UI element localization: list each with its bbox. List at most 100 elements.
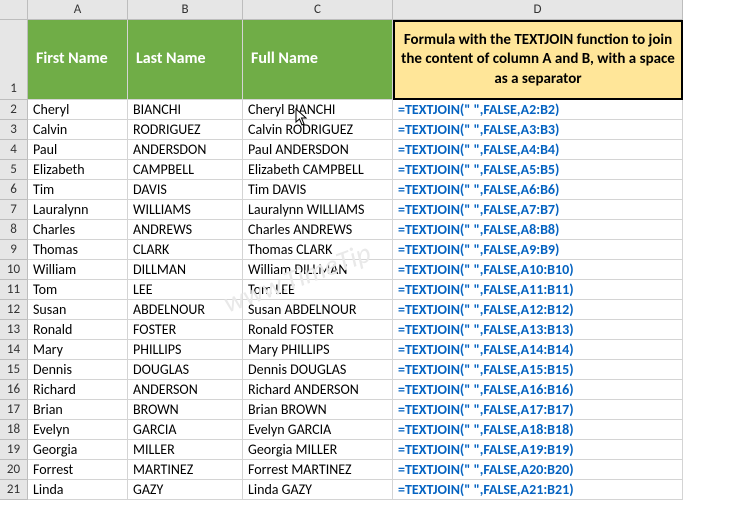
cell-b15[interactable]: DOUGLAS xyxy=(128,360,243,380)
cell-c12[interactable]: Susan ABDELNOUR xyxy=(243,300,393,320)
cell-d12[interactable]: =TEXTJOIN(" ",FALSE,A12:B12) xyxy=(393,300,683,320)
col-header-d[interactable]: D xyxy=(393,0,683,20)
row-header-1[interactable]: 1 xyxy=(0,20,28,100)
col-header-a[interactable]: A xyxy=(28,0,128,20)
row-header-16[interactable]: 16 xyxy=(0,380,28,400)
cell-a11[interactable]: Tom xyxy=(28,280,128,300)
cell-b2[interactable]: BIANCHI xyxy=(128,100,243,120)
cell-d19[interactable]: =TEXTJOIN(" ",FALSE,A19:B19) xyxy=(393,440,683,460)
cell-c4[interactable]: Paul ANDERSDON xyxy=(243,140,393,160)
row-header-10[interactable]: 10 xyxy=(0,260,28,280)
header-full-name[interactable]: Full Name xyxy=(243,20,393,100)
cell-c13[interactable]: Ronald FOSTER xyxy=(243,320,393,340)
cell-a17[interactable]: Brian xyxy=(28,400,128,420)
header-first-name[interactable]: First Name xyxy=(28,20,128,100)
cell-a21[interactable]: Linda xyxy=(28,480,128,500)
cell-d14[interactable]: =TEXTJOIN(" ",FALSE,A14:B14) xyxy=(393,340,683,360)
cell-b7[interactable]: WILLIAMS xyxy=(128,200,243,220)
cell-a12[interactable]: Susan xyxy=(28,300,128,320)
cell-c2[interactable]: Cheryl BIANCHI xyxy=(243,100,393,120)
cell-b10[interactable]: DILLMAN xyxy=(128,260,243,280)
cell-b3[interactable]: RODRIGUEZ xyxy=(128,120,243,140)
cell-b19[interactable]: MILLER xyxy=(128,440,243,460)
row-header-3[interactable]: 3 xyxy=(0,120,28,140)
cell-d4[interactable]: =TEXTJOIN(" ",FALSE,A4:B4) xyxy=(393,140,683,160)
cell-c15[interactable]: Dennis DOUGLAS xyxy=(243,360,393,380)
cell-d16[interactable]: =TEXTJOIN(" ",FALSE,A16:B16) xyxy=(393,380,683,400)
cell-c19[interactable]: Georgia MILLER xyxy=(243,440,393,460)
cell-c21[interactable]: Linda GAZY xyxy=(243,480,393,500)
cell-d18[interactable]: =TEXTJOIN(" ",FALSE,A18:B18) xyxy=(393,420,683,440)
cell-a6[interactable]: Tim xyxy=(28,180,128,200)
cell-a20[interactable]: Forrest xyxy=(28,460,128,480)
spreadsheet-grid[interactable]: A B C D 1 First Name Last Name Full Name… xyxy=(0,0,741,500)
col-header-c[interactable]: C xyxy=(243,0,393,20)
header-last-name[interactable]: Last Name xyxy=(128,20,243,100)
cell-c7[interactable]: Lauralynn WILLIAMS xyxy=(243,200,393,220)
cell-a5[interactable]: Elizabeth xyxy=(28,160,128,180)
row-header-11[interactable]: 11 xyxy=(0,280,28,300)
cell-a4[interactable]: Paul xyxy=(28,140,128,160)
cell-c3[interactable]: Calvin RODRIGUEZ xyxy=(243,120,393,140)
cell-c10[interactable]: William DILLMAN xyxy=(243,260,393,280)
cell-b20[interactable]: MARTINEZ xyxy=(128,460,243,480)
row-header-4[interactable]: 4 xyxy=(0,140,28,160)
cell-b11[interactable]: LEE xyxy=(128,280,243,300)
cell-a8[interactable]: Charles xyxy=(28,220,128,240)
row-header-12[interactable]: 12 xyxy=(0,300,28,320)
cell-d9[interactable]: =TEXTJOIN(" ",FALSE,A9:B9) xyxy=(393,240,683,260)
cell-c18[interactable]: Evelyn GARCIA xyxy=(243,420,393,440)
cell-a7[interactable]: Lauralynn xyxy=(28,200,128,220)
cell-c16[interactable]: Richard ANDERSON xyxy=(243,380,393,400)
cell-d5[interactable]: =TEXTJOIN(" ",FALSE,A5:B5) xyxy=(393,160,683,180)
row-header-5[interactable]: 5 xyxy=(0,160,28,180)
row-header-9[interactable]: 9 xyxy=(0,240,28,260)
cell-a10[interactable]: William xyxy=(28,260,128,280)
row-header-21[interactable]: 21 xyxy=(0,480,28,500)
cell-c11[interactable]: Tom LEE xyxy=(243,280,393,300)
cell-d10[interactable]: =TEXTJOIN(" ",FALSE,A10:B10) xyxy=(393,260,683,280)
cell-c9[interactable]: Thomas CLARK xyxy=(243,240,393,260)
cell-b14[interactable]: PHILLIPS xyxy=(128,340,243,360)
cell-a18[interactable]: Evelyn xyxy=(28,420,128,440)
cell-c14[interactable]: Mary PHILLIPS xyxy=(243,340,393,360)
row-header-14[interactable]: 14 xyxy=(0,340,28,360)
row-header-20[interactable]: 20 xyxy=(0,460,28,480)
cell-a19[interactable]: Georgia xyxy=(28,440,128,460)
cell-b17[interactable]: BROWN xyxy=(128,400,243,420)
cell-c5[interactable]: Elizabeth CAMPBELL xyxy=(243,160,393,180)
cell-a3[interactable]: Calvin xyxy=(28,120,128,140)
cell-d2[interactable]: =TEXTJOIN(" ",FALSE,A2:B2) xyxy=(393,100,683,120)
cell-a16[interactable]: Richard xyxy=(28,380,128,400)
cell-d11[interactable]: =TEXTJOIN(" ",FALSE,A11:B11) xyxy=(393,280,683,300)
cell-d20[interactable]: =TEXTJOIN(" ",FALSE,A20:B20) xyxy=(393,460,683,480)
cell-b9[interactable]: CLARK xyxy=(128,240,243,260)
cell-a2[interactable]: Cheryl xyxy=(28,100,128,120)
cell-d13[interactable]: =TEXTJOIN(" ",FALSE,A13:B13) xyxy=(393,320,683,340)
row-header-19[interactable]: 19 xyxy=(0,440,28,460)
cell-c17[interactable]: Brian BROWN xyxy=(243,400,393,420)
cell-a9[interactable]: Thomas xyxy=(28,240,128,260)
cell-c20[interactable]: Forrest MARTINEZ xyxy=(243,460,393,480)
row-header-13[interactable]: 13 xyxy=(0,320,28,340)
cell-d8[interactable]: =TEXTJOIN(" ",FALSE,A8:B8) xyxy=(393,220,683,240)
row-header-17[interactable]: 17 xyxy=(0,400,28,420)
cell-d7[interactable]: =TEXTJOIN(" ",FALSE,A7:B7) xyxy=(393,200,683,220)
cell-a15[interactable]: Dennis xyxy=(28,360,128,380)
row-header-2[interactable]: 2 xyxy=(0,100,28,120)
cell-b8[interactable]: ANDREWS xyxy=(128,220,243,240)
cell-c8[interactable]: Charles ANDREWS xyxy=(243,220,393,240)
cell-d17[interactable]: =TEXTJOIN(" ",FALSE,A17:B17) xyxy=(393,400,683,420)
cell-d21[interactable]: =TEXTJOIN(" ",FALSE,A21:B21) xyxy=(393,480,683,500)
row-header-6[interactable]: 6 xyxy=(0,180,28,200)
cell-b5[interactable]: CAMPBELL xyxy=(128,160,243,180)
row-header-15[interactable]: 15 xyxy=(0,360,28,380)
cell-b18[interactable]: GARCIA xyxy=(128,420,243,440)
cell-d6[interactable]: =TEXTJOIN(" ",FALSE,A6:B6) xyxy=(393,180,683,200)
cell-b21[interactable]: GAZY xyxy=(128,480,243,500)
header-formula-description[interactable]: Formula with the TEXTJOIN function to jo… xyxy=(393,20,683,100)
cell-a14[interactable]: Mary xyxy=(28,340,128,360)
row-header-7[interactable]: 7 xyxy=(0,200,28,220)
cell-c6[interactable]: Tim DAVIS xyxy=(243,180,393,200)
row-header-8[interactable]: 8 xyxy=(0,220,28,240)
